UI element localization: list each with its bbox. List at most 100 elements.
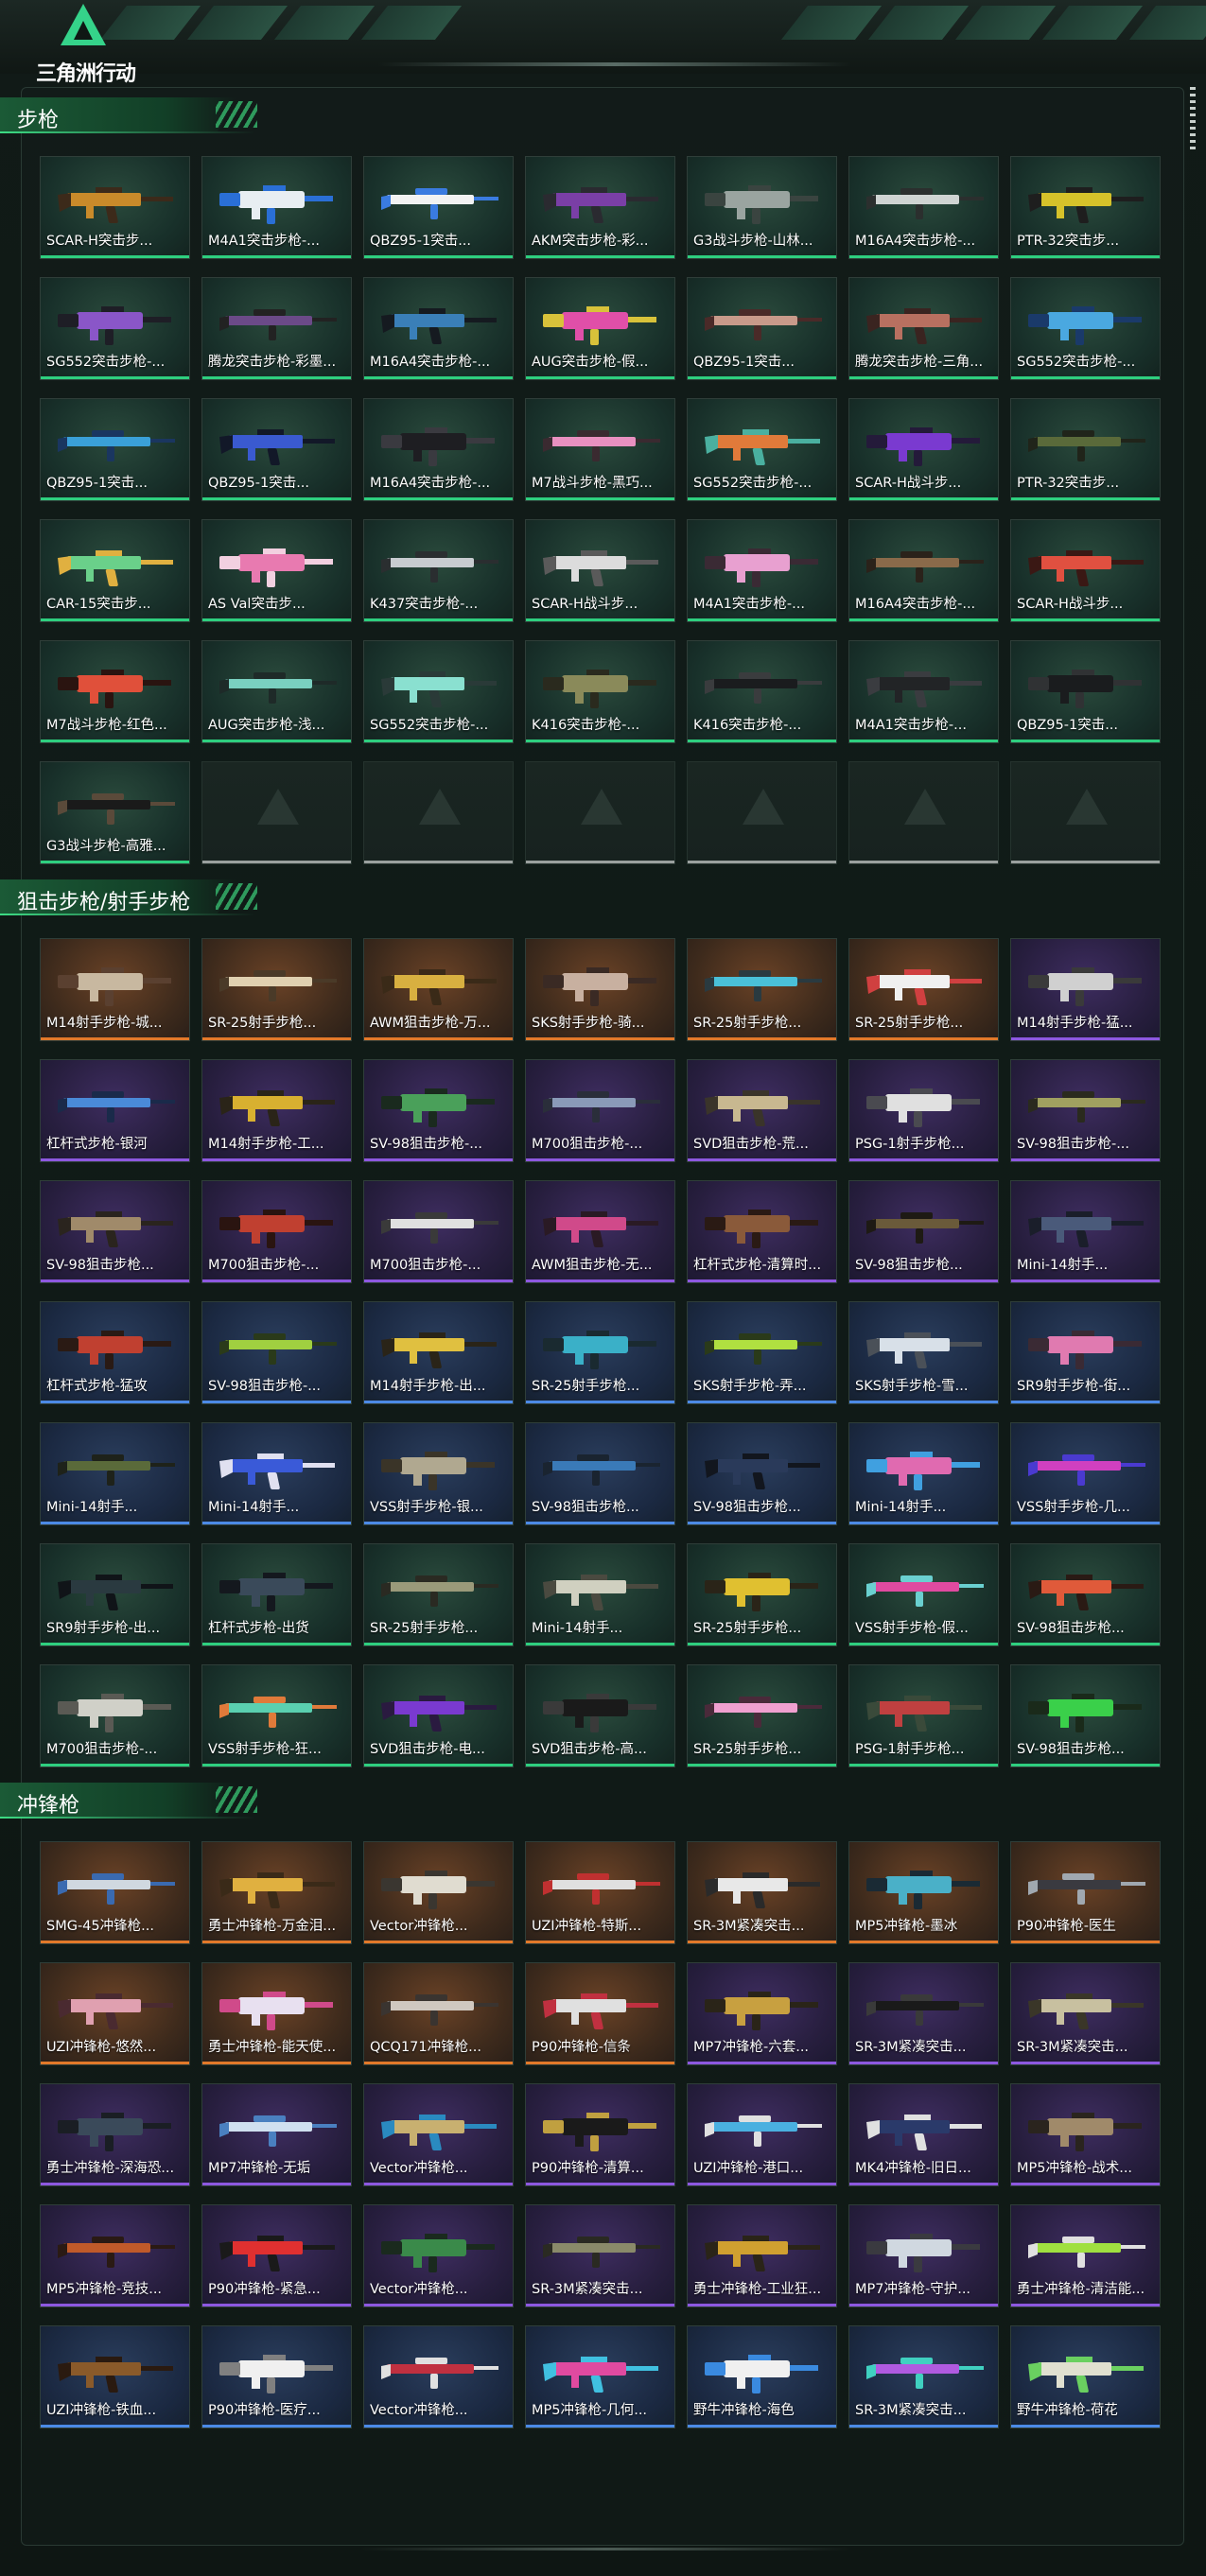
weapon-skin-card[interactable]: MP7冲锋枪-无垢 (201, 2083, 352, 2186)
weapon-skin-card[interactable]: 腾龙突击步枪-三角... (848, 277, 999, 380)
weapon-skin-card[interactable]: Vector冲锋枪... (363, 2325, 514, 2428)
weapon-skin-card[interactable]: M700狙击步枪-... (525, 1059, 675, 1162)
weapon-skin-card[interactable]: M4A1突击步枪-... (687, 519, 837, 622)
weapon-skin-card[interactable]: M14射手步枪-城... (40, 938, 190, 1041)
weapon-skin-card[interactable]: QCQ171冲锋枪... (363, 1962, 514, 2065)
weapon-skin-card[interactable]: SV-98狙击步枪-... (1010, 1059, 1161, 1162)
weapon-skin-card[interactable]: 杠杆式步枪-银河 (40, 1059, 190, 1162)
weapon-skin-card[interactable]: Vector冲锋枪... (363, 1841, 514, 1944)
weapon-skin-card[interactable]: SKS射手步枪-骑... (525, 938, 675, 1041)
weapon-skin-card[interactable]: M16A4突击步枪-... (363, 277, 514, 380)
weapon-skin-card[interactable]: Mini-14射手... (525, 1543, 675, 1646)
weapon-skin-card[interactable]: UZI冲锋枪-特斯... (525, 1841, 675, 1944)
weapon-skin-card[interactable]: K416突击步枪-... (525, 640, 675, 743)
weapon-skin-card[interactable]: SVD狙击步枪-荒... (687, 1059, 837, 1162)
weapon-skin-card[interactable]: 野牛冲锋枪-海色 (687, 2325, 837, 2428)
weapon-skin-card[interactable]: AWM狙击步枪-万... (363, 938, 514, 1041)
weapon-skin-card[interactable]: M700狙击步枪-... (363, 1180, 514, 1283)
weapon-skin-card[interactable]: SV-98狙击步枪... (40, 1180, 190, 1283)
weapon-skin-card[interactable]: P90冲锋枪-信条 (525, 1962, 675, 2065)
weapon-skin-card[interactable]: Mini-14射手... (848, 1422, 999, 1525)
weapon-skin-card[interactable]: MP7冲锋枪-守护... (848, 2204, 999, 2307)
weapon-skin-card[interactable]: SKS射手步枪-弄... (687, 1301, 837, 1404)
weapon-skin-card[interactable]: SV-98狙击步枪-... (201, 1301, 352, 1404)
weapon-skin-card[interactable]: M700狙击步枪-... (40, 1664, 190, 1767)
weapon-skin-card[interactable]: MP5冲锋枪-竞技... (40, 2204, 190, 2307)
weapon-skin-card[interactable]: SV-98狙击步枪... (1010, 1543, 1161, 1646)
weapon-skin-card[interactable]: Vector冲锋枪... (363, 2083, 514, 2186)
weapon-skin-card[interactable]: M4A1突击步枪-... (201, 156, 352, 259)
weapon-skin-card[interactable]: MP5冲锋枪-几何... (525, 2325, 675, 2428)
weapon-skin-card[interactable]: SG552突击步枪-... (363, 640, 514, 743)
weapon-skin-card[interactable]: P90冲锋枪-医生 (1010, 1841, 1161, 1944)
scroll-indicator[interactable] (1190, 87, 1196, 153)
weapon-skin-card[interactable]: PTR-32突击步... (1010, 156, 1161, 259)
weapon-skin-card[interactable]: QBZ95-1突击... (687, 277, 837, 380)
weapon-skin-card[interactable]: 勇士冲锋枪-清洁能... (1010, 2204, 1161, 2307)
weapon-skin-card[interactable]: 杠杆式步枪-出货 (201, 1543, 352, 1646)
weapon-skin-card[interactable]: SR-25射手步枪... (201, 938, 352, 1041)
weapon-skin-card[interactable]: CAR-15突击步... (40, 519, 190, 622)
weapon-skin-card[interactable]: SR-25射手步枪... (687, 938, 837, 1041)
weapon-skin-card[interactable]: SR-25射手步枪... (525, 1301, 675, 1404)
weapon-skin-card[interactable]: M7战斗步枪-黑巧... (525, 398, 675, 501)
weapon-skin-card[interactable]: 腾龙突击步枪-彩墨... (201, 277, 352, 380)
weapon-skin-card[interactable]: MP5冲锋枪-墨冰 (848, 1841, 999, 1944)
weapon-skin-card[interactable]: SCAR-H突击步... (40, 156, 190, 259)
weapon-skin-card[interactable]: SV-98狙击步枪... (1010, 1664, 1161, 1767)
weapon-skin-card[interactable]: UZI冲锋枪-港口... (687, 2083, 837, 2186)
weapon-skin-card[interactable]: M16A4突击步枪-... (848, 156, 999, 259)
weapon-skin-card[interactable]: SV-98狙击步枪... (848, 1180, 999, 1283)
weapon-skin-card[interactable]: VSS射手步枪-银... (363, 1422, 514, 1525)
weapon-skin-card[interactable]: 杠杆式步枪-猛攻 (40, 1301, 190, 1404)
weapon-skin-card[interactable]: M7战斗步枪-红色... (40, 640, 190, 743)
weapon-skin-card[interactable]: P90冲锋枪-清算... (525, 2083, 675, 2186)
weapon-skin-card[interactable]: M16A4突击步枪-... (848, 519, 999, 622)
weapon-skin-card[interactable]: 勇士冲锋枪-深海恐... (40, 2083, 190, 2186)
weapon-skin-card[interactable]: AKM突击步枪-彩... (525, 156, 675, 259)
weapon-skin-card[interactable]: SR-3M紧凑突击... (525, 2204, 675, 2307)
weapon-skin-card[interactable]: P90冲锋枪-医疗... (201, 2325, 352, 2428)
weapon-skin-card[interactable]: SR-3M紧凑突击... (1010, 1962, 1161, 2065)
weapon-skin-card[interactable]: QBZ95-1突击... (1010, 640, 1161, 743)
weapon-skin-card[interactable]: AWM狙击步枪-无... (525, 1180, 675, 1283)
weapon-skin-card[interactable]: QBZ95-1突击... (201, 398, 352, 501)
weapon-skin-card[interactable]: Mini-14射手... (1010, 1180, 1161, 1283)
weapon-skin-card[interactable]: SVD狙击步枪-高... (525, 1664, 675, 1767)
weapon-skin-card[interactable]: SG552突击步枪-... (687, 398, 837, 501)
weapon-skin-card[interactable]: 勇士冲锋枪-万金泪... (201, 1841, 352, 1944)
weapon-skin-card[interactable]: M14射手步枪-猛... (1010, 938, 1161, 1041)
weapon-skin-card[interactable]: 杠杆式步枪-清算时... (687, 1180, 837, 1283)
weapon-skin-card[interactable]: SCAR-H战斗步... (525, 519, 675, 622)
weapon-skin-card[interactable]: SCAR-H战斗步... (1010, 519, 1161, 622)
weapon-skin-card[interactable]: M700狙击步枪-... (201, 1180, 352, 1283)
weapon-skin-card[interactable]: Mini-14射手... (40, 1422, 190, 1525)
weapon-skin-card[interactable]: MP5冲锋枪-战术... (1010, 2083, 1161, 2186)
weapon-skin-card[interactable]: SG552突击步枪-... (1010, 277, 1161, 380)
weapon-skin-card[interactable]: 勇士冲锋枪-能天使... (201, 1962, 352, 2065)
weapon-skin-card[interactable]: SR9射手步枪-出... (40, 1543, 190, 1646)
weapon-skin-card[interactable]: M4A1突击步枪-... (848, 640, 999, 743)
weapon-skin-card[interactable]: SG552突击步枪-... (40, 277, 190, 380)
weapon-skin-card[interactable]: AUG突击步枪-浅... (201, 640, 352, 743)
weapon-skin-card[interactable]: Vector冲锋枪... (363, 2204, 514, 2307)
weapon-skin-card[interactable]: SR-25射手步枪... (687, 1543, 837, 1646)
weapon-skin-card[interactable]: SKS射手步枪-雪... (848, 1301, 999, 1404)
weapon-skin-card[interactable]: G3战斗步枪-高雅... (40, 761, 190, 864)
weapon-skin-card[interactable]: SR-3M紧凑突击... (848, 1962, 999, 2065)
weapon-skin-card[interactable]: SR-3M紧凑突击... (687, 1841, 837, 1944)
weapon-skin-card[interactable]: PSG-1射手步枪... (848, 1664, 999, 1767)
weapon-skin-card[interactable]: UZI冲锋枪-悠然... (40, 1962, 190, 2065)
weapon-skin-card[interactable]: QBZ95-1突击... (363, 156, 514, 259)
weapon-skin-card[interactable]: PTR-32突击步... (1010, 398, 1161, 501)
weapon-skin-card[interactable]: K416突击步枪-... (687, 640, 837, 743)
weapon-skin-card[interactable]: VSS射手步枪-狂... (201, 1664, 352, 1767)
weapon-skin-card[interactable]: P90冲锋枪-紧急... (201, 2204, 352, 2307)
weapon-skin-card[interactable]: MK4冲锋枪-旧日... (848, 2083, 999, 2186)
weapon-skin-card[interactable]: VSS射手步枪-假... (848, 1543, 999, 1646)
weapon-skin-card[interactable]: 勇士冲锋枪-工业狂... (687, 2204, 837, 2307)
weapon-skin-card[interactable]: Mini-14射手... (201, 1422, 352, 1525)
weapon-skin-card[interactable]: SR-3M紧凑突击... (848, 2325, 999, 2428)
weapon-skin-card[interactable]: SR-25射手步枪... (363, 1543, 514, 1646)
weapon-skin-card[interactable]: SCAR-H战斗步... (848, 398, 999, 501)
